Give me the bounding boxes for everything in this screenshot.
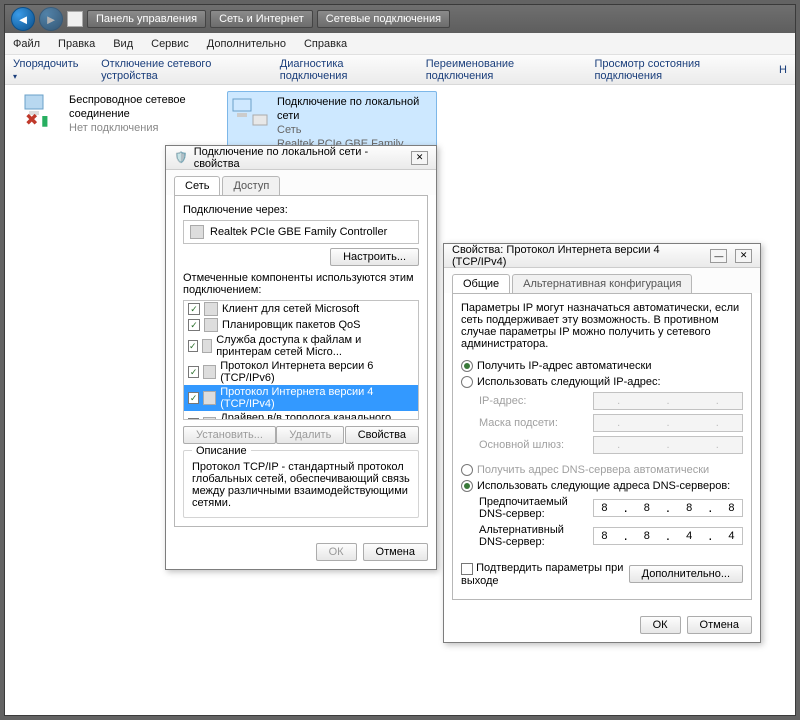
- title-bar: ◄ ► Панель управления Сеть и Интернет Се…: [5, 5, 795, 33]
- wifi-icon: ✖▮: [23, 93, 61, 127]
- conn-props-body: Подключение через: Realtek PCIe GBE Fami…: [174, 195, 428, 527]
- radio-ip-manual[interactable]: Использовать следующий IP-адрес:: [461, 376, 743, 388]
- mask-field: ...: [593, 414, 743, 432]
- breadcrumb-2[interactable]: Сеть и Интернет: [210, 10, 313, 28]
- ipv4-buttons: ОК Отмена: [444, 608, 760, 642]
- toolbar-status[interactable]: Просмотр состояния подключения: [594, 58, 757, 82]
- nic-name: Realtek PCIe GBE Family Controller: [210, 226, 387, 238]
- menu-service[interactable]: Сервис: [151, 38, 189, 50]
- minimize-icon[interactable]: —: [710, 249, 727, 263]
- description-legend: Описание: [192, 445, 251, 457]
- conn-props-tabs: Сеть Доступ: [166, 170, 436, 195]
- lan-icon: [231, 95, 269, 129]
- explorer-window: ◄ ► Панель управления Сеть и Интернет Се…: [4, 4, 796, 716]
- dns1-label: Предпочитаемый DNS-сервер:: [479, 496, 593, 520]
- comp-fileshare[interactable]: ✓Служба доступа к файлам и принтерам сет…: [184, 333, 418, 359]
- ipv4-cancel-button[interactable]: Отмена: [687, 616, 752, 634]
- conn-props-dialog: 🛡️ Подключение по локальной сети - свойс…: [165, 145, 437, 570]
- menu-file[interactable]: Файл: [13, 38, 40, 50]
- radio-ip-auto[interactable]: Получить IP-адрес автоматически: [461, 360, 743, 372]
- nic-icon: [190, 225, 204, 239]
- install-button[interactable]: Установить...: [183, 426, 276, 444]
- ip-label: IP-адрес:: [479, 395, 593, 407]
- toolbar-diagnose[interactable]: Диагностика подключения: [280, 58, 404, 82]
- radio-dns-manual[interactable]: Использовать следующие адреса DNS-сервер…: [461, 480, 743, 492]
- svg-text:▮: ▮: [41, 112, 49, 127]
- tab-access[interactable]: Доступ: [222, 176, 280, 195]
- connect-via-label: Подключение через:: [183, 204, 419, 216]
- breadcrumb-1[interactable]: Панель управления: [87, 10, 206, 28]
- comp-client[interactable]: ✓Клиент для сетей Microsoft: [184, 301, 418, 317]
- ipv4-body: Параметры IP могут назначаться автоматич…: [452, 293, 752, 600]
- menu-view[interactable]: Вид: [113, 38, 133, 50]
- comp-ipv6[interactable]: ✓Протокол Интернета версии 6 (TCP/IPv6): [184, 359, 418, 385]
- connection-wifi[interactable]: ✖▮ Беспроводное сетевое соединение Нет п…: [23, 93, 186, 135]
- nav-forward-button[interactable]: ►: [39, 7, 63, 31]
- gw-label: Основной шлюз:: [479, 439, 593, 451]
- gw-field: ...: [593, 436, 743, 454]
- components-list[interactable]: ✓Клиент для сетей Microsoft ✓Планировщик…: [183, 300, 419, 420]
- conn-ok-button[interactable]: ОК: [316, 543, 357, 561]
- tab-alt[interactable]: Альтернативная конфигурация: [512, 274, 692, 293]
- conn-props-buttons: ОК Отмена: [166, 535, 436, 569]
- close-icon[interactable]: ✕: [411, 151, 428, 165]
- comp-lltd-io[interactable]: ✓Драйвер в/в тополога канального уровня: [184, 411, 418, 420]
- wifi-status: Нет подключения: [69, 121, 186, 135]
- dns2-field[interactable]: 8.8.4.4: [593, 527, 743, 545]
- toolbar-overflow[interactable]: Н: [779, 64, 787, 76]
- lan-name: Подключение по локальной сети: [277, 95, 426, 123]
- address-icon: [67, 11, 83, 27]
- conn-cancel-button[interactable]: Отмена: [363, 543, 428, 561]
- menu-edit[interactable]: Правка: [58, 38, 95, 50]
- toolbar-organize[interactable]: Упорядочить: [13, 58, 79, 82]
- validate-checkbox[interactable]: ✓ Подтвердить параметры при выходе: [461, 562, 629, 587]
- content-area: ✖▮ Беспроводное сетевое соединение Нет п…: [5, 85, 795, 715]
- toolbar: Упорядочить Отключение сетевого устройст…: [5, 55, 795, 85]
- lan-network: Сеть: [277, 123, 426, 137]
- radio-dns-auto: Получить адрес DNS-сервера автоматически: [461, 464, 743, 476]
- component-props-button[interactable]: Свойства: [345, 426, 419, 444]
- nic-box: Realtek PCIe GBE Family Controller: [183, 220, 419, 244]
- remove-button[interactable]: Удалить: [276, 426, 344, 444]
- configure-button[interactable]: Настроить...: [330, 248, 419, 266]
- ipv4-tabs: Общие Альтернативная конфигурация: [444, 268, 760, 293]
- menu-extra[interactable]: Дополнительно: [207, 38, 286, 50]
- description-box: Описание Протокол TCP/IP - стандартный п…: [183, 450, 419, 518]
- toolbar-rename[interactable]: Переименование подключения: [426, 58, 573, 82]
- advanced-button[interactable]: Дополнительно...: [629, 565, 743, 583]
- conn-props-titlebar[interactable]: 🛡️ Подключение по локальной сети - свойс…: [166, 146, 436, 170]
- close-icon[interactable]: ✕: [735, 249, 752, 263]
- breadcrumb-3[interactable]: Сетевые подключения: [317, 10, 450, 28]
- wifi-name-1: Беспроводное сетевое: [69, 93, 186, 107]
- ipv4-intro: Параметры IP могут назначаться автоматич…: [461, 302, 743, 350]
- ipv4-props-dialog: Свойства: Протокол Интернета версии 4 (T…: [443, 243, 761, 643]
- nav-back-button[interactable]: ◄: [11, 7, 35, 31]
- menu-help[interactable]: Справка: [304, 38, 347, 50]
- components-label: Отмеченные компоненты используются этим …: [183, 272, 419, 296]
- ip-field: ...: [593, 392, 743, 410]
- mask-label: Маска подсети:: [479, 417, 593, 429]
- toolbar-disable[interactable]: Отключение сетевого устройства: [101, 58, 258, 82]
- ipv4-ok-button[interactable]: ОК: [640, 616, 681, 634]
- shield-icon: 🛡️: [174, 151, 188, 164]
- ipv4-title: Свойства: Протокол Интернета версии 4 (T…: [452, 244, 696, 268]
- svg-text:✖: ✖: [25, 112, 38, 127]
- tab-general[interactable]: Общие: [452, 274, 510, 293]
- dns2-label: Альтернативный DNS-сервер:: [479, 524, 593, 548]
- description-text: Протокол TCP/IP - стандартный протокол г…: [192, 461, 410, 509]
- tab-network[interactable]: Сеть: [174, 176, 220, 195]
- dns1-field[interactable]: 8.8.8.8: [593, 499, 743, 517]
- menu-bar: Файл Правка Вид Сервис Дополнительно Спр…: [5, 33, 795, 55]
- conn-props-title: Подключение по локальной сети - свойства: [194, 146, 398, 170]
- wifi-name-2: соединение: [69, 107, 186, 121]
- comp-ipv4[interactable]: ✓Протокол Интернета версии 4 (TCP/IPv4): [184, 385, 418, 411]
- comp-qos[interactable]: ✓Планировщик пакетов QoS: [184, 317, 418, 333]
- ipv4-titlebar[interactable]: Свойства: Протокол Интернета версии 4 (T…: [444, 244, 760, 268]
- connection-wifi-text: Беспроводное сетевое соединение Нет подк…: [69, 93, 186, 135]
